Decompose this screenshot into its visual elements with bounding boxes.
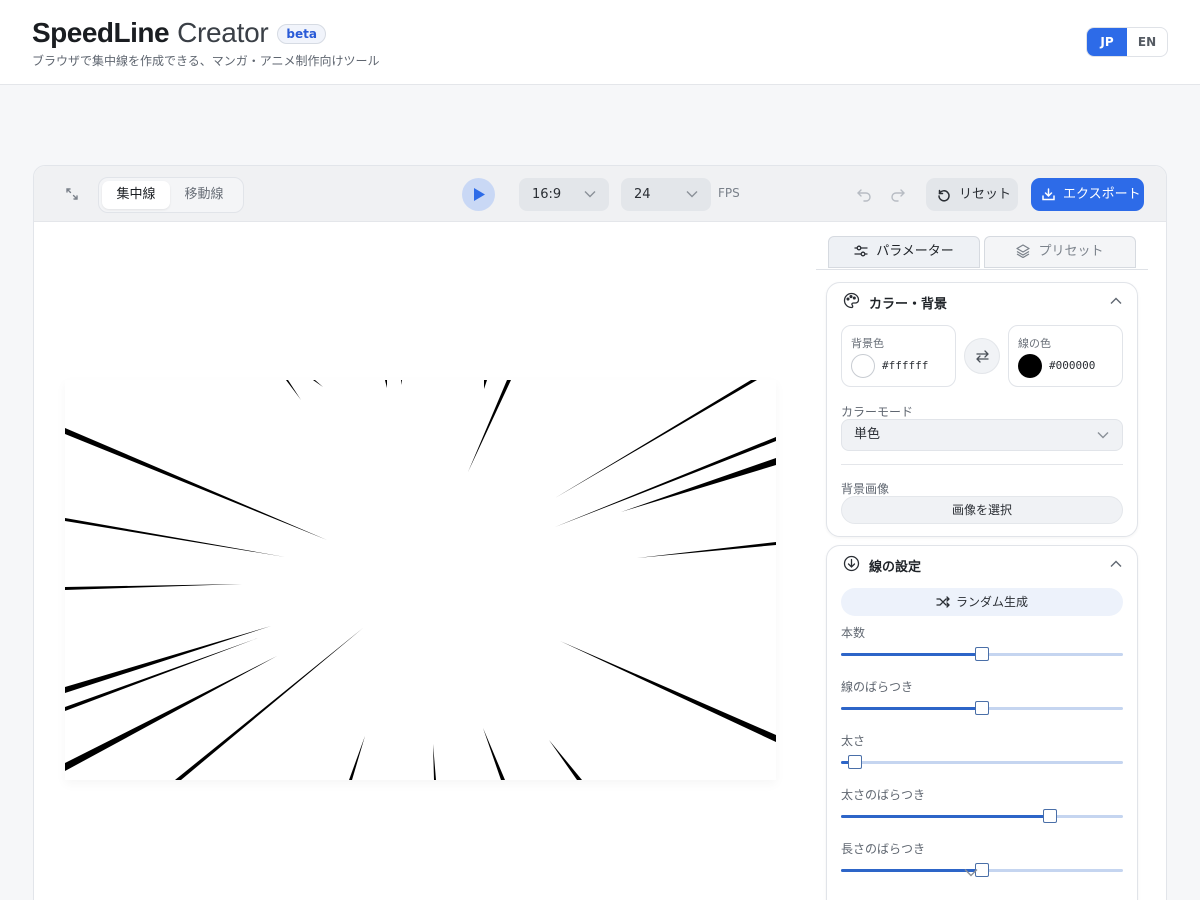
tagline: ブラウザで集中線を作成できる、マンガ・アニメ制作向けツール [32, 54, 380, 68]
mode-segmented-control: 集中線 移動線 [98, 177, 244, 213]
preview-canvas[interactable] [65, 380, 776, 780]
chevron-down-icon[interactable] [964, 868, 978, 877]
color-background-card: カラー・背景 背景色 #ffffff 線の色 #000000 カラーモード 単色 [826, 282, 1138, 537]
bg-image-label: 背景画像 [841, 482, 890, 496]
bg-color-picker[interactable]: 背景色 #ffffff [841, 325, 956, 387]
aspect-ratio-value: 16:9 [532, 187, 562, 202]
mode-concentrated-lines[interactable]: 集中線 [102, 181, 170, 209]
shuffle-icon [936, 596, 950, 608]
lang-jp-button[interactable]: JP [1087, 28, 1127, 56]
logo-light-text: Creator [177, 17, 269, 48]
fps-label: FPS [718, 186, 740, 200]
expand-icon[interactable] [64, 186, 80, 202]
slider-fill [841, 869, 982, 872]
chevron-up-icon[interactable] [1110, 297, 1122, 305]
panel-tabs: パラメーター プリセット [816, 236, 1148, 270]
line-color-value: #000000 [1049, 359, 1096, 372]
editor-toolbar: 集中線 移動線 16:9 24 FPS リセット エクスポート [34, 166, 1166, 222]
line-color-swatch[interactable] [1018, 354, 1042, 378]
slider-fill [841, 653, 982, 656]
swap-colors-button[interactable] [964, 338, 1000, 374]
tab-parameters-label: パラメーター [876, 244, 954, 259]
lang-en-button[interactable]: EN [1127, 28, 1167, 56]
tab-presets[interactable]: プリセット [984, 236, 1136, 268]
editor-panel: 集中線 移動線 16:9 24 FPS リセット エクスポート パラメーター プ… [33, 165, 1167, 900]
slider-label: 長さのばらつき [841, 842, 926, 856]
random-generate-button[interactable]: ランダム生成 [841, 588, 1123, 616]
chevron-up-icon[interactable] [1110, 560, 1122, 568]
export-button[interactable]: エクスポート [1031, 178, 1144, 211]
thickness-slider[interactable] [841, 754, 1123, 770]
undo-icon[interactable] [856, 186, 872, 202]
random-generate-label: ランダム生成 [955, 595, 1028, 609]
chevron-down-icon [686, 191, 698, 198]
color-section-header[interactable]: カラー・背景 [843, 292, 947, 312]
slider-label: 線のばらつき [841, 680, 914, 694]
tab-parameters[interactable]: パラメーター [828, 236, 980, 268]
chevron-down-icon [584, 191, 596, 198]
settings-panel: パラメーター プリセット カラー・背景 背景色 #ffffff 線の色 #000… [816, 222, 1166, 900]
palette-icon [843, 292, 860, 309]
export-label: エクスポート [1063, 187, 1141, 202]
reset-icon [938, 189, 950, 202]
color-mode-select[interactable]: 単色 [841, 419, 1123, 451]
slider-thumb[interactable] [975, 701, 989, 715]
beta-badge: beta [277, 24, 326, 44]
language-switcher: JP EN [1086, 27, 1168, 57]
slider-thumb[interactable] [1043, 809, 1057, 823]
bg-color-label: 背景色 [851, 337, 884, 350]
logo: SpeedLine Creator beta [32, 17, 326, 49]
fps-select[interactable]: 24 [621, 178, 711, 211]
slider-label: 太さ [841, 734, 866, 748]
tab-presets-label: プリセット [1038, 244, 1104, 259]
section-divider [841, 464, 1123, 465]
color-mode-label: カラーモード [841, 405, 914, 419]
play-icon [474, 188, 485, 201]
line-section-header[interactable]: 線の設定 [843, 555, 921, 575]
line-settings-card: 線の設定 ランダム生成 本数 線のばらつき 太さ 太さのばらつき 長さのばらつき [826, 545, 1138, 900]
app-header: SpeedLine Creator beta ブラウザで集中線を作成できる、マン… [0, 0, 1200, 85]
select-image-button[interactable]: 画像を選択 [841, 496, 1123, 524]
swap-icon [976, 350, 989, 363]
layers-icon [1016, 244, 1031, 259]
sliders-icon [854, 245, 868, 257]
bg-color-swatch[interactable] [851, 354, 875, 378]
slider-label: 本数 [841, 626, 866, 640]
bg-color-value: #ffffff [882, 359, 929, 372]
fps-value: 24 [634, 187, 651, 202]
length-variation-slider[interactable] [841, 862, 1123, 878]
chevron-down-icon [1097, 432, 1109, 439]
color-mode-value: 単色 [854, 427, 881, 442]
play-button[interactable] [462, 178, 495, 211]
logo-bold-text: SpeedLine [32, 17, 170, 48]
line-variation-slider[interactable] [841, 700, 1123, 716]
aspect-ratio-select[interactable]: 16:9 [519, 178, 609, 211]
slider-thumb[interactable] [975, 647, 989, 661]
line-settings-icon [843, 555, 860, 572]
reset-label: リセット [959, 187, 1012, 202]
slider-thumb[interactable] [848, 755, 862, 769]
line-color-label: 線の色 [1018, 337, 1051, 350]
line-color-picker[interactable]: 線の色 #000000 [1008, 325, 1123, 387]
export-icon [1042, 188, 1055, 201]
reset-button[interactable]: リセット [926, 178, 1018, 211]
redo-icon[interactable] [890, 186, 906, 202]
slider-fill [841, 815, 1050, 818]
thickness-variation-slider[interactable] [841, 808, 1123, 824]
line-count-slider[interactable] [841, 646, 1123, 662]
slider-fill [841, 707, 982, 710]
mode-moving-lines[interactable]: 移動線 [170, 181, 238, 209]
slider-label: 太さのばらつき [841, 788, 926, 802]
slider-track [841, 761, 1123, 764]
speed-lines-preview [65, 380, 776, 780]
